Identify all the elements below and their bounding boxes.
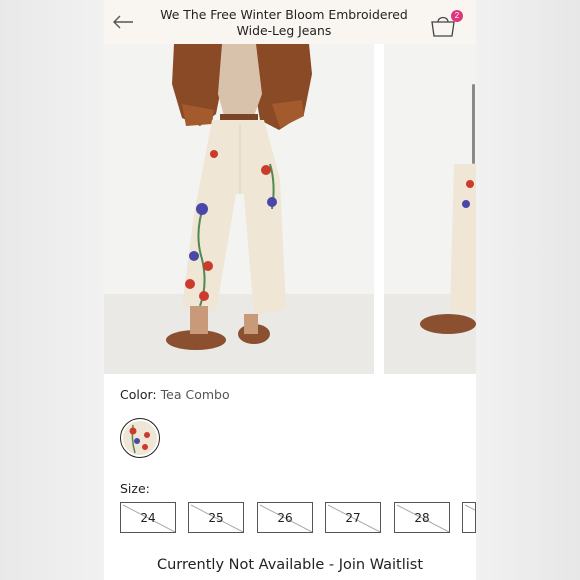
product-image-next[interactable]	[384, 44, 476, 374]
arrow-left-icon	[113, 15, 133, 29]
product-photo-illustration-2	[384, 44, 476, 374]
color-value: Tea Combo	[160, 387, 230, 402]
size-value: 27	[345, 511, 361, 525]
image-scroll-indicator[interactable]	[472, 84, 475, 164]
size-value: 28	[414, 511, 430, 525]
size-option-partial[interactable]	[462, 502, 476, 533]
product-title-line2: Wide-Leg Jeans	[236, 23, 332, 38]
color-swatch-tea-combo[interactable]	[120, 418, 160, 458]
product-image-main[interactable]	[104, 44, 374, 374]
product-photo-illustration	[104, 44, 374, 374]
cart-button[interactable]: 2	[430, 10, 464, 38]
background-right	[476, 0, 580, 580]
size-option-28[interactable]: 28	[394, 502, 450, 533]
size-value: 26	[277, 511, 293, 525]
size-option-27[interactable]: 27	[325, 502, 381, 533]
product-title: We The Free Winter Bloom Embroidered Wid…	[156, 7, 412, 39]
header-bar: We The Free Winter Bloom Embroidered Wid…	[104, 0, 476, 44]
size-option-25[interactable]: 25	[188, 502, 244, 533]
size-options: 24 25 26 27 28	[120, 502, 476, 534]
size-option-24[interactable]: 24	[120, 502, 176, 533]
product-page: We The Free Winter Bloom Embroidered Wid…	[104, 0, 476, 580]
join-waitlist-button[interactable]: Currently Not Available - Join Waitlist	[104, 550, 476, 580]
back-button[interactable]	[110, 10, 136, 34]
size-value: 25	[208, 511, 224, 525]
swatch-image	[123, 421, 157, 455]
size-option-26[interactable]: 26	[257, 502, 313, 533]
unavailable-slash-icon	[464, 504, 475, 511]
color-row: Color: Tea Combo	[120, 387, 230, 402]
color-label: Color:	[120, 387, 157, 402]
background-left	[0, 0, 104, 580]
product-title-line1: We The Free Winter Bloom Embroidered	[160, 7, 408, 22]
cart-count-badge: 2	[451, 10, 463, 22]
size-value: 24	[140, 511, 156, 525]
size-label: Size:	[120, 481, 150, 496]
